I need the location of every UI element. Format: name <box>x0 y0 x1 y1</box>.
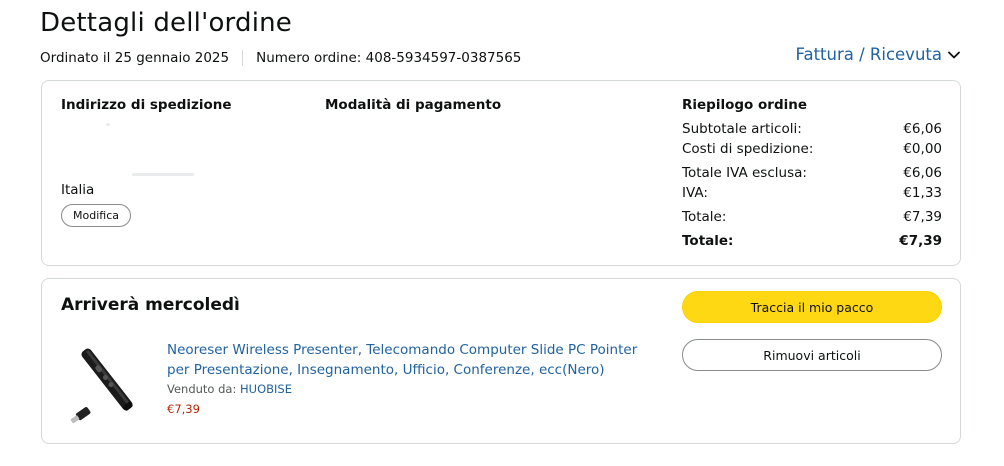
summary-value: €0,00 <box>903 141 942 157</box>
order-summary-heading: Riepilogo ordine <box>682 97 808 113</box>
product-image[interactable] <box>66 339 146 429</box>
summary-value: €6,06 <box>903 121 942 137</box>
item-price: €7,39 <box>167 402 200 416</box>
edit-address-button[interactable]: Modifica <box>61 204 131 227</box>
meta-divider <box>242 50 244 66</box>
sold-by-label: Venduto da: <box>167 382 237 396</box>
shipping-country: Italia <box>61 182 95 198</box>
product-title-link[interactable]: Neoreser Wireless Presenter, Telecomando… <box>167 340 657 380</box>
summary-label: Costi di spedizione: <box>682 141 814 157</box>
seller-link[interactable]: HUOBISE <box>240 382 292 396</box>
summary-row-total-excl-vat: Totale IVA esclusa: €6,06 <box>682 165 942 181</box>
redacted-address-line <box>132 173 194 176</box>
summary-label: Totale: <box>682 209 727 225</box>
order-date: Ordinato il 25 gennaio 2025 <box>40 50 230 66</box>
summary-row-grand-total: Totale: €7,39 <box>682 233 942 249</box>
track-package-button[interactable]: Traccia il mio pacco <box>682 291 942 323</box>
summary-row-subtotal: Subtotale articoli: €6,06 <box>682 121 942 137</box>
invoice-link-label[interactable]: Fattura / Ricevuta <box>795 45 942 64</box>
arrival-status: Arriverà mercoledì <box>61 295 240 315</box>
summary-row-total: Totale: €7,39 <box>682 209 942 225</box>
order-meta: Ordinato il 25 gennaio 2025 Numero ordin… <box>40 50 521 66</box>
summary-label: IVA: <box>682 185 708 201</box>
redacted-address-line <box>106 123 110 126</box>
summary-value: €6,06 <box>903 165 942 181</box>
summary-row-vat: IVA: €1,33 <box>682 185 942 201</box>
summary-label: Totale: <box>682 233 734 249</box>
page-title: Dettagli dell'ordine <box>40 8 292 38</box>
summary-label: Subtotale articoli: <box>682 121 802 137</box>
order-summary-card: Indirizzo di spedizione Italia Modifica … <box>41 80 961 266</box>
payment-method-heading: Modalità di pagamento <box>325 97 502 113</box>
summary-row-shipping: Costi di spedizione: €0,00 <box>682 141 942 157</box>
order-number: Numero ordine: 408-5934597-0387565 <box>256 50 522 66</box>
seller-info: Venduto da: HUOBISE <box>167 382 292 396</box>
summary-value: €1,33 <box>903 185 942 201</box>
shipment-card: Arriverà mercoledì Neoreser Wireless Pre… <box>41 278 961 444</box>
remove-items-button[interactable]: Rimuovi articoli <box>682 339 942 371</box>
summary-value: €7,39 <box>903 209 942 225</box>
shipping-address-heading: Indirizzo di spedizione <box>61 97 232 113</box>
summary-label: Totale IVA esclusa: <box>682 165 807 181</box>
summary-value: €7,39 <box>899 233 942 249</box>
chevron-down-icon <box>948 51 960 58</box>
invoice-dropdown[interactable]: Fattura / Ricevuta <box>795 45 960 64</box>
